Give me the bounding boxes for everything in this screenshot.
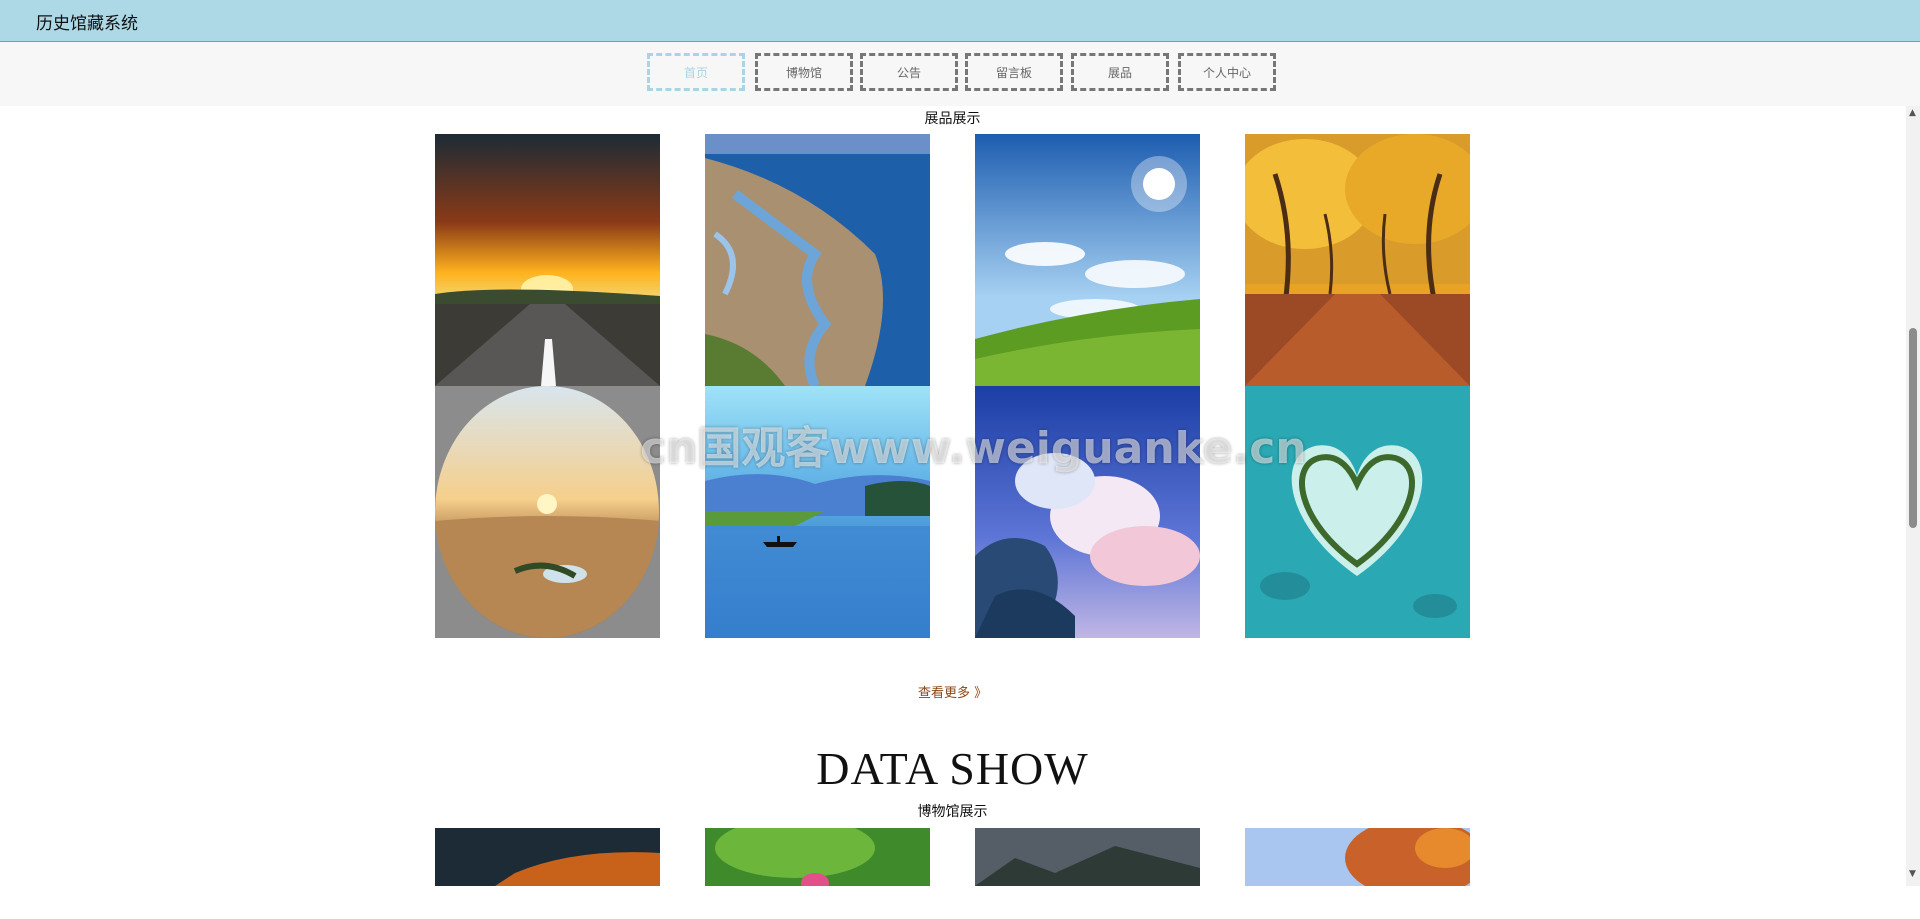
- nav-item-museum[interactable]: 博物馆: [755, 53, 853, 91]
- scroll-down-arrow-icon[interactable]: ▼: [1909, 869, 1916, 879]
- exhibit-image-green-hill[interactable]: [975, 134, 1200, 386]
- museum-image-4[interactable]: [1245, 828, 1470, 886]
- exhibits-section-title: 展品展示: [924, 111, 981, 127]
- nav-item-exhibits[interactable]: 展品: [1071, 53, 1169, 91]
- scroll-up-arrow-icon[interactable]: ▲: [1909, 108, 1916, 118]
- main-navigation: 首页 博物馆 公告 留言板 展品 个人中心: [0, 42, 1920, 106]
- app-title: 历史馆藏系统: [36, 14, 138, 34]
- exhibit-image-autumn-trees[interactable]: [1245, 134, 1470, 386]
- museums-section-title: 博物馆展示: [917, 804, 988, 820]
- page-bottom-blank: [0, 886, 1920, 919]
- main-content: 展品展示 查看更多 》 DATA SHOW 博物馆展示 cn国观客www.wei…: [0, 106, 1910, 886]
- view-more-link[interactable]: 查看更多 》: [918, 682, 987, 701]
- data-show-heading: DATA SHOW: [816, 743, 1089, 794]
- museum-image-1[interactable]: [435, 828, 660, 886]
- museum-image-2[interactable]: [705, 828, 930, 886]
- scrollbar-thumb[interactable]: [1909, 328, 1917, 528]
- top-header-bar: 历史馆藏系统: [0, 0, 1920, 42]
- nav-item-personal-center[interactable]: 个人中心: [1178, 53, 1276, 91]
- exhibit-image-sunset-road[interactable]: [435, 134, 660, 386]
- exhibit-image-coastline[interactable]: [705, 134, 930, 386]
- museum-image-3[interactable]: [975, 828, 1200, 886]
- watermark-text: cn国观客www.weiguanke.cn: [640, 423, 1307, 474]
- nav-item-home[interactable]: 首页: [647, 53, 745, 91]
- nav-item-message-board[interactable]: 留言板: [965, 53, 1063, 91]
- nav-item-announcement[interactable]: 公告: [860, 53, 958, 91]
- vertical-scrollbar[interactable]: ▲ ▼: [1906, 106, 1920, 886]
- exhibit-image-desert-oasis[interactable]: [435, 386, 660, 638]
